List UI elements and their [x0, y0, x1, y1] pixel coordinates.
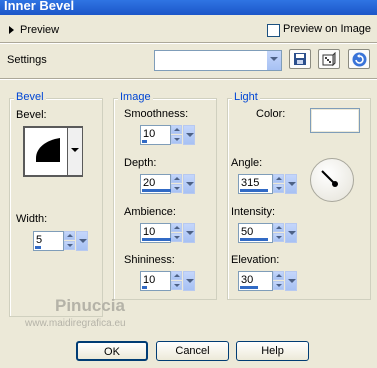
elevation-value: 30 [241, 274, 254, 286]
reset-button[interactable] [348, 49, 370, 69]
angle-updown[interactable] [273, 174, 284, 194]
light-group-title: Light [232, 91, 260, 103]
smoothness-updown[interactable] [171, 125, 182, 145]
elevation-input[interactable]: 30 [238, 271, 273, 291]
elevation-spinner[interactable]: 30 [238, 271, 298, 291]
help-button-label: Help [261, 345, 284, 357]
width-updown[interactable] [64, 231, 75, 251]
chevron-down-icon [71, 148, 79, 152]
bevel-label: Bevel: [16, 109, 47, 121]
shininess-level-bar [142, 286, 147, 289]
settings-dropdown[interactable] [154, 50, 282, 71]
preview-label: Preview [20, 24, 60, 36]
depth-spinner[interactable]: 20 [140, 174, 196, 194]
save-preset-button[interactable] [289, 49, 311, 69]
title-bar[interactable]: Inner Bevel [0, 0, 377, 15]
shininess-slider-button[interactable] [183, 271, 195, 291]
preview-on-image-label: Preview on Image [283, 23, 372, 35]
ambience-spinner[interactable]: 10 [140, 223, 196, 243]
light-angle-dial[interactable] [310, 158, 354, 202]
elevation-updown[interactable] [273, 271, 284, 291]
shininess-input[interactable]: 10 [140, 271, 171, 291]
angle-spinner[interactable]: 315 [238, 174, 298, 194]
ok-button-label: OK [104, 346, 120, 358]
bevel-shape-picker[interactable] [23, 126, 83, 177]
divider [0, 78, 377, 80]
ambience-level-bar [142, 238, 171, 241]
help-button[interactable]: Help [236, 341, 309, 361]
angle-label: Angle: [231, 157, 263, 169]
depth-label: Depth: [124, 157, 157, 169]
color-label: Color: [256, 108, 286, 120]
depth-input[interactable]: 20 [140, 174, 171, 194]
settings-dropdown-arrow[interactable] [266, 51, 281, 70]
expand-arrow-icon [9, 26, 14, 34]
shininess-spinner[interactable]: 10 [140, 271, 196, 291]
width-label: Width: [16, 213, 48, 225]
dice-icon [322, 52, 336, 67]
smoothness-value: 10 [143, 128, 156, 140]
smoothness-spinner[interactable]: 10 [140, 125, 196, 145]
width-value: 5 [36, 234, 43, 246]
intensity-level-bar [240, 238, 268, 241]
elevation-slider-button[interactable] [285, 271, 297, 291]
intensity-updown[interactable] [273, 223, 284, 243]
depth-value: 20 [143, 177, 156, 189]
smoothness-slider-button[interactable] [183, 125, 195, 145]
ambience-value: 10 [143, 226, 156, 238]
floppy-disk-icon [294, 53, 306, 65]
intensity-spinner[interactable]: 50 [238, 223, 298, 243]
ambience-label: Ambience: [124, 206, 176, 218]
angle-value: 315 [241, 177, 260, 189]
checkbox-box[interactable] [267, 24, 280, 37]
angle-slider-button[interactable] [285, 174, 297, 194]
width-slider-button[interactable] [76, 231, 88, 251]
image-group-title: Image [118, 91, 153, 103]
reset-arrow-icon [352, 52, 367, 67]
elevation-level-bar [240, 286, 258, 289]
width-level-bar [35, 246, 41, 249]
cancel-button[interactable]: Cancel [156, 341, 229, 361]
smoothness-level-bar [142, 140, 147, 143]
settings-label: Settings [7, 54, 47, 66]
angle-input[interactable]: 315 [238, 174, 273, 194]
shininess-label: Shininess: [124, 254, 175, 266]
intensity-slider-button[interactable] [285, 223, 297, 243]
bevel-group-title: Bevel [14, 91, 46, 103]
depth-updown[interactable] [171, 174, 182, 194]
divider [0, 42, 377, 44]
intensity-input[interactable]: 50 [238, 223, 273, 243]
shininess-updown[interactable] [171, 271, 182, 291]
bevel-dropdown-button[interactable] [67, 128, 82, 175]
randomize-button[interactable] [318, 49, 340, 69]
intensity-label: Intensity: [231, 206, 276, 218]
elevation-label: Elevation: [231, 254, 280, 266]
width-input[interactable]: 5 [33, 231, 64, 251]
cancel-button-label: Cancel [175, 345, 210, 357]
angle-pointer-icon [321, 170, 338, 187]
light-color-fill [312, 110, 358, 131]
width-spinner[interactable]: 5 [33, 231, 89, 251]
watermark-url: www.maidiregrafica.eu [25, 318, 126, 329]
bevel-shape-icon [36, 138, 60, 162]
window-title: Inner Bevel [4, 0, 75, 13]
shininess-value: 10 [143, 274, 156, 286]
depth-slider-button[interactable] [183, 174, 195, 194]
ambience-updown[interactable] [171, 223, 182, 243]
intensity-value: 50 [241, 226, 254, 238]
angle-level-bar [240, 189, 268, 192]
light-color-swatch[interactable] [310, 108, 360, 133]
smoothness-label: Smoothness: [124, 108, 189, 120]
depth-level-bar [142, 189, 171, 192]
ambience-slider-button[interactable] [183, 223, 195, 243]
ambience-input[interactable]: 10 [140, 223, 171, 243]
watermark-name: Pinuccia [55, 296, 125, 315]
smoothness-input[interactable]: 10 [140, 125, 171, 145]
ok-button[interactable]: OK [76, 341, 148, 361]
